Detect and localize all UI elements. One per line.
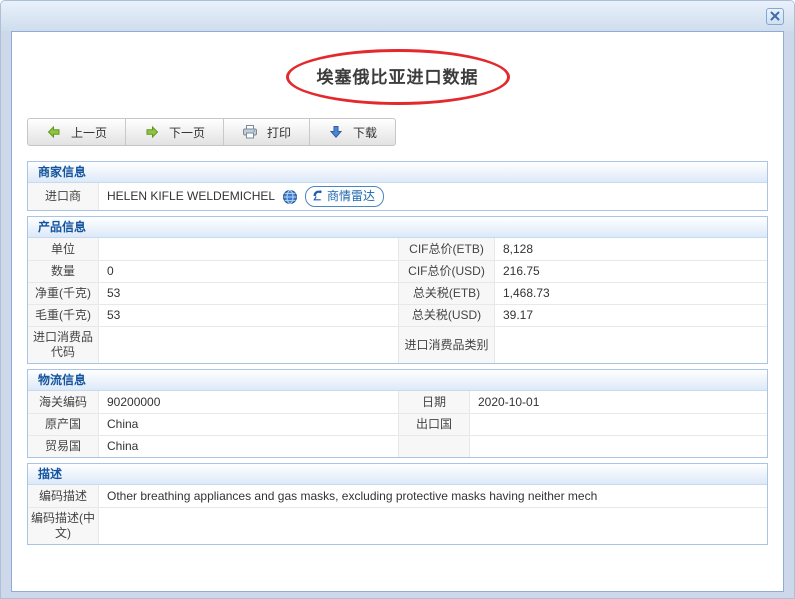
field-label: 出口国 [398,413,470,435]
radar-icon [311,188,324,205]
dialog-titlebar [1,1,794,31]
field-value [470,413,767,435]
table-row: 海关编码 90200000 日期 2020-10-01 [28,391,767,413]
download-label: 下载 [353,124,377,141]
table-row: 编码描述(中文) [28,507,767,544]
section-header: 产品信息 [28,217,767,238]
field-value: Other breathing appliances and gas masks… [99,485,767,507]
table-row: 单位 CIF总价(ETB) 8,128 [28,238,767,260]
field-label [398,435,470,457]
field-value: 216.75 [495,260,767,282]
section-merchant-info: 商家信息 进口商 HELEN KIFLE WELDEMICHEL [27,161,768,211]
table-row: 贸易国 China [28,435,767,457]
table-row: 净重(千克) 53 总关税(ETB) 1,468.73 [28,282,767,304]
page-title: 埃塞俄比亚进口数据 [317,63,479,88]
field-label: 原产国 [28,413,99,435]
section-header: 描述 [28,464,767,485]
field-label: 进口消费品代码 [28,326,99,363]
field-value [99,507,767,544]
prev-page-button[interactable]: 上一页 [28,119,125,145]
table-row: 毛重(千克) 53 总关税(USD) 39.17 [28,304,767,326]
field-label: 总关税(ETB) [398,282,495,304]
field-value [99,326,399,363]
printer-icon [242,124,258,140]
field-label: 毛重(千克) [28,304,99,326]
field-label: 进口商 [28,183,99,210]
dialog-window: 埃塞俄比亚进口数据 上一页 下一页 [0,0,795,599]
next-page-label: 下一页 [169,124,205,141]
field-value [470,435,767,457]
section-product-info: 产品信息 单位 CIF总价(ETB) 8,128 数量 0 CIF总价(USD)… [27,216,768,364]
field-label: 净重(千克) [28,282,99,304]
section-description: 描述 编码描述 Other breathing appliances and g… [27,463,768,545]
field-value [99,238,399,260]
field-value: China [99,413,399,435]
print-button[interactable]: 打印 [223,119,309,145]
field-label: 数量 [28,260,99,282]
field-value: 53 [99,304,399,326]
business-radar-button[interactable]: 商情雷达 [305,186,384,207]
field-label: 进口消费品类别 [398,326,495,363]
section-logistics-info: 物流信息 海关编码 90200000 日期 2020-10-01 原产国 Chi… [27,369,768,458]
field-label: 贸易国 [28,435,99,457]
field-value: HELEN KIFLE WELDEMICHEL [99,183,767,210]
field-label: 日期 [398,391,470,413]
field-value: 8,128 [495,238,767,260]
download-button[interactable]: 下载 [309,119,395,145]
close-button[interactable] [766,8,784,25]
section-header: 物流信息 [28,370,767,391]
business-radar-label: 商情雷达 [327,189,375,204]
importer-name: HELEN KIFLE WELDEMICHEL [107,189,275,204]
table-row: 进口商 HELEN KIFLE WELDEMICHEL [28,183,767,210]
toolbar: 上一页 下一页 打印 [27,118,396,146]
title-area: 埃塞俄比亚进口数据 [12,32,783,118]
field-label: CIF总价(USD) [398,260,495,282]
field-value: China [99,435,399,457]
field-value: 53 [99,282,399,304]
field-value: 1,468.73 [495,282,767,304]
field-label: 单位 [28,238,99,260]
download-arrow-icon [328,124,344,140]
field-label: 总关税(USD) [398,304,495,326]
table-row: 进口消费品代码 进口消费品类别 [28,326,767,363]
close-icon [770,10,780,24]
section-header: 商家信息 [28,162,767,183]
next-page-button[interactable]: 下一页 [125,119,223,145]
prev-arrow-icon [46,124,62,140]
table-row: 编码描述 Other breathing appliances and gas … [28,485,767,507]
field-value: 39.17 [495,304,767,326]
field-value: 90200000 [99,391,399,413]
field-label: 编码描述(中文) [28,507,99,544]
dialog-content: 埃塞俄比亚进口数据 上一页 下一页 [11,31,784,592]
field-value: 2020-10-01 [470,391,767,413]
table-row: 原产国 China 出口国 [28,413,767,435]
field-value: 0 [99,260,399,282]
field-label: 编码描述 [28,485,99,507]
table-row: 数量 0 CIF总价(USD) 216.75 [28,260,767,282]
prev-page-label: 上一页 [71,124,107,141]
print-label: 打印 [267,124,291,141]
next-arrow-icon [144,124,160,140]
field-label: 海关编码 [28,391,99,413]
globe-icon[interactable] [282,189,298,205]
field-value [495,326,767,363]
field-label: CIF总价(ETB) [398,238,495,260]
